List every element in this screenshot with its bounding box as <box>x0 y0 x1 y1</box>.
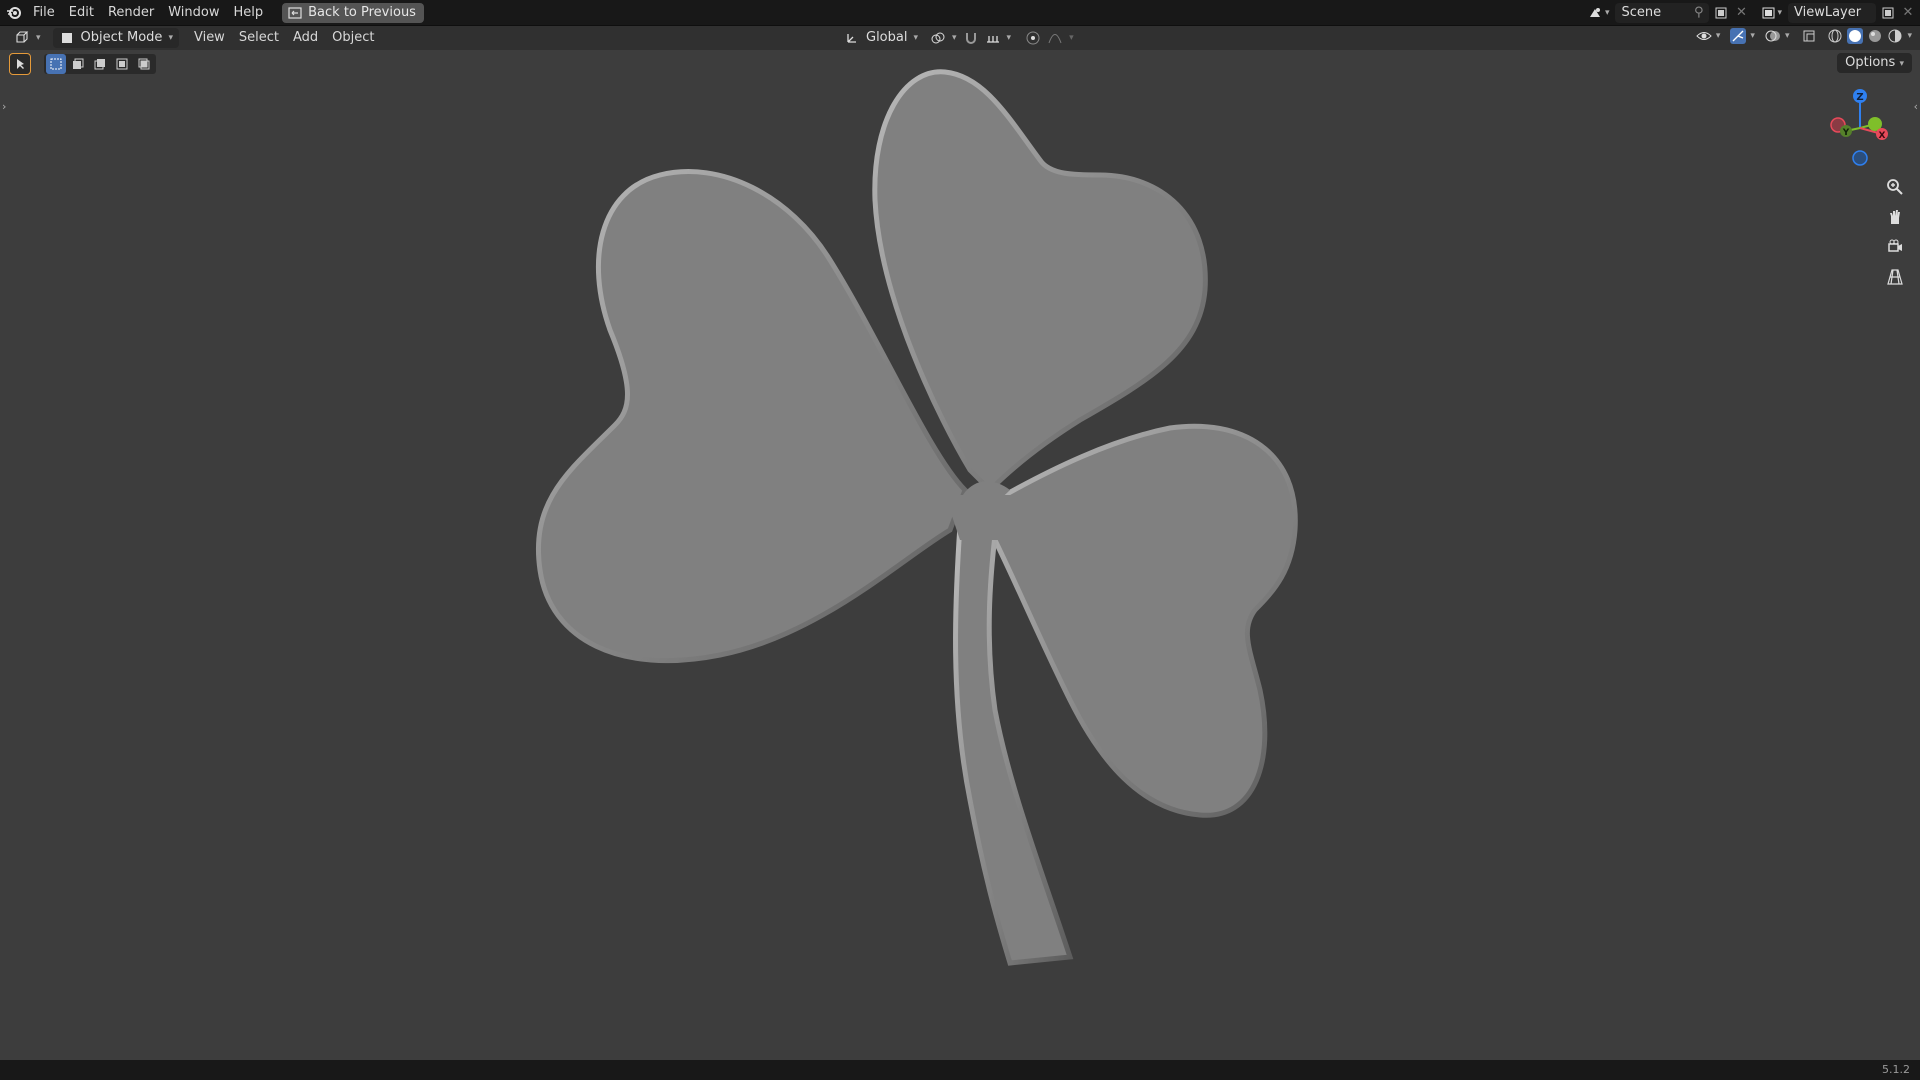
chevron-down-icon[interactable]: ▾ <box>1069 33 1074 43</box>
chevron-down-icon: ▾ <box>36 33 41 43</box>
scene-name-field[interactable]: Scene ⚲ <box>1615 2 1710 23</box>
perspective-toggle-button[interactable] <box>1882 264 1908 290</box>
mode-dropdown[interactable]: Object Mode ▾ <box>52 28 179 48</box>
scene-selector-icon[interactable] <box>1587 5 1603 21</box>
proportional-edit-icon[interactable] <box>1025 30 1041 46</box>
navigation-gizmo[interactable]: Z Y X <box>1820 86 1900 170</box>
orientation-label: Global <box>866 30 908 45</box>
menu-add[interactable]: Add <box>286 26 325 50</box>
orientation-dropdown[interactable]: Global ▾ <box>838 28 924 48</box>
menu-edit[interactable]: Edit <box>62 0 101 25</box>
shamrock-mesh[interactable] <box>0 50 1920 1060</box>
chevron-down-icon[interactable]: ▾ <box>952 33 957 43</box>
blender-logo-icon[interactable] <box>6 5 22 21</box>
close-view-layer-icon[interactable]: ✕ <box>1900 5 1916 21</box>
menu-help[interactable]: Help <box>227 0 271 25</box>
transform-orientation-icon <box>844 30 860 46</box>
y-axis-label: Y <box>1842 128 1850 138</box>
new-scene-icon[interactable] <box>1713 5 1729 21</box>
view-layer-icon[interactable] <box>1761 5 1777 21</box>
view-layer-field[interactable]: ViewLayer <box>1788 2 1876 23</box>
close-scene-icon[interactable]: ✕ <box>1733 5 1749 21</box>
chevron-down-icon[interactable]: ▾ <box>1750 31 1755 41</box>
snap-icon[interactable] <box>963 30 979 46</box>
object-mode-icon <box>59 30 75 46</box>
viewport-shading-controls: ▾ ▾ ▾ ▾ <box>1696 28 1912 44</box>
x-axis-label: X <box>1879 131 1886 141</box>
3d-viewport-icon <box>14 30 30 46</box>
menu-object[interactable]: Object <box>325 26 381 50</box>
chevron-down-icon[interactable]: ▾ <box>1785 31 1790 41</box>
status-bar: 5.1.2 <box>0 1060 1920 1080</box>
chevron-down-icon[interactable]: ▾ <box>1007 33 1012 43</box>
menu-view[interactable]: View <box>187 26 232 50</box>
snap-increment-icon[interactable] <box>985 30 1001 46</box>
material-shading-icon[interactable] <box>1867 28 1883 44</box>
back-to-previous-label: Back to Previous <box>308 4 416 20</box>
editor-type-dropdown[interactable]: ▾ <box>8 28 47 48</box>
menu-file[interactable]: File <box>26 0 62 25</box>
chevron-down-icon[interactable]: ▾ <box>1777 8 1782 18</box>
wireframe-shading-icon[interactable] <box>1827 28 1843 44</box>
chevron-down-icon: ▾ <box>168 33 173 43</box>
solid-shading-icon[interactable] <box>1847 28 1864 44</box>
transform-controls: Global ▾ ▾ ▾ ▾ <box>838 28 1074 48</box>
back-arrow-icon <box>288 6 302 20</box>
menu-render[interactable]: Render <box>101 0 161 25</box>
gizmo-toggle-icon[interactable] <box>1730 28 1747 44</box>
top-bar-right: ▾ Scene ⚲ ✕ ▾ ViewLayer ✕ <box>1587 0 1920 25</box>
falloff-curve-icon[interactable] <box>1047 30 1063 46</box>
chevron-down-icon: ▾ <box>913 33 919 43</box>
menu-select[interactable]: Select <box>232 26 286 50</box>
camera-view-button[interactable] <box>1882 234 1908 260</box>
pivot-point-icon[interactable] <box>930 30 946 46</box>
chevron-down-icon[interactable]: ▾ <box>1716 31 1721 41</box>
version-label: 5.1.2 <box>1882 1063 1910 1076</box>
overlays-icon[interactable] <box>1765 28 1781 44</box>
top-bar: File Edit Render Window Help Back to Pre… <box>0 0 1920 26</box>
view-layer-name: ViewLayer <box>1794 4 1862 20</box>
neg-z-axis-icon[interactable] <box>1852 150 1868 166</box>
shamrock-shape <box>536 69 1298 966</box>
menu-window[interactable]: Window <box>161 0 226 25</box>
xray-icon[interactable] <box>1801 28 1817 44</box>
mode-label: Object Mode <box>80 30 163 45</box>
chevron-down-icon[interactable]: ▾ <box>1907 31 1912 41</box>
back-to-previous-button[interactable]: Back to Previous <box>282 2 424 23</box>
zoom-view-button[interactable] <box>1882 174 1908 200</box>
chevron-down-icon[interactable]: ▾ <box>1605 8 1610 18</box>
pin-icon[interactable]: ⚲ <box>1694 3 1704 23</box>
pan-view-button[interactable] <box>1882 204 1908 230</box>
viewport-header: ▾ Object Mode ▾ View Select Add Object G… <box>0 26 1920 50</box>
new-view-layer-icon[interactable] <box>1880 5 1896 21</box>
rendered-shading-icon[interactable] <box>1887 28 1903 44</box>
scene-name: Scene <box>1621 4 1662 20</box>
z-axis-label: Z <box>1856 92 1863 103</box>
visibility-icon[interactable] <box>1696 28 1712 44</box>
